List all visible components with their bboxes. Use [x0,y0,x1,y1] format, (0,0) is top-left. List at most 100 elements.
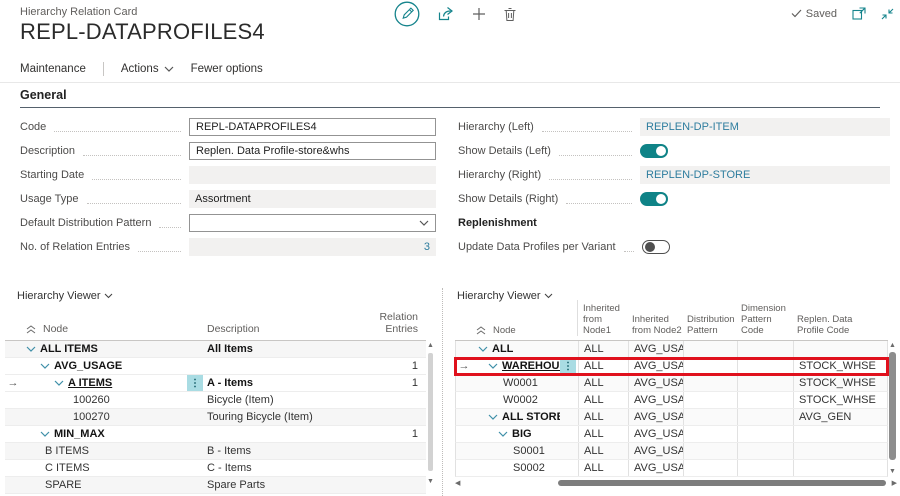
cell-inherited-from-node2: AVG_USAGE [628,358,683,374]
plus-icon[interactable] [472,7,486,21]
description-input[interactable]: Replen. Data Profile-store&whs [189,142,436,160]
scrollbar-thumb[interactable] [428,353,433,471]
field-row-code: Code REPL-DATAPROFILES4 [20,118,436,136]
col-header-inherited-from-node2[interactable]: Inherited from Node2 [627,314,682,336]
tree-row-warehouses[interactable]: →WAREHOUSES⋮ALLAVG_USAGESTOCK_WHSE [455,358,888,375]
node-cell: WAREHOUSES [472,358,560,374]
col-header-inherited-from-node1[interactable]: Inherited from Node1 [577,300,627,336]
left-part-caption[interactable]: Hierarchy Viewer [17,290,113,302]
menu-item-label: Fewer options [191,63,263,75]
scroll-up-icon[interactable]: ▲ [888,342,897,349]
toggle-wrap [640,142,890,160]
tree-row-a-items[interactable]: →A ITEMS⋮A - Items1 [5,375,426,392]
scroll-down-icon[interactable]: ▼ [426,478,435,485]
no-of-relation-entries-link[interactable]: 3 [424,241,430,253]
node-cell: BIG [472,426,560,442]
col-header-node[interactable]: Node [471,325,559,336]
node-cell: SPARE [21,477,187,493]
tree-row-c-items[interactable]: C ITEMSC - Items [5,460,426,477]
scroll-right-icon[interactable]: ▶ [892,480,897,487]
collapse-arrows-icon[interactable] [881,8,894,20]
right-table-vertical-scrollbar[interactable]: ▲ ▼ [888,342,897,475]
left-table-vertical-scrollbar[interactable]: ▲ ▼ [426,342,435,485]
panel-splitter[interactable] [442,288,443,496]
code-input[interactable]: REPL-DATAPROFILES4 [189,118,436,136]
cell-inherited-from-node1: ALL [578,443,628,459]
scroll-down-icon[interactable]: ▼ [888,468,897,475]
tree-chevron-icon[interactable] [26,346,36,352]
tree-chevron-icon[interactable] [40,363,50,369]
tree-row-100270[interactable]: 100270Touring Bicycle (Item) [5,409,426,426]
tree-chevron-icon[interactable] [40,431,50,437]
cell-replen-data-profile-code [793,443,879,459]
tree-row-b-items[interactable]: B ITEMS B - Items [5,443,426,460]
cell-inherited-from-node1: ALL [578,358,628,374]
dotted-leader [542,122,632,132]
row-menu-button[interactable]: ⋮ [560,358,576,374]
tree-chevron-icon[interactable] [498,431,508,437]
node-label: C ITEMS [45,462,90,474]
collapse-all-icon[interactable] [26,325,36,334]
tree-chevron-icon[interactable] [488,414,498,420]
menu-item-maintenance[interactable]: Maintenance [20,63,86,75]
no-of-relation-entries-value: 3 [189,238,436,256]
tree-chevron-icon[interactable] [478,346,488,352]
tree-row-s0002[interactable]: S0002ALLAVG_USAGE [455,460,888,477]
tree-row-s0001[interactable]: S0001ALLAVG_USAGE [455,443,888,460]
dotted-leader [87,194,181,204]
cell-distribution-pattern [683,341,737,357]
show-details-right-toggle[interactable] [640,192,668,206]
dotted-leader [549,170,632,180]
node-label: W0002 [503,394,538,406]
hierarchy-left-link[interactable]: REPLEN-DP-ITEM [646,121,739,133]
row-menu-button[interactable]: ⋮ [187,375,203,391]
update-data-profiles-per-variant-toggle[interactable] [642,240,670,254]
default-distribution-pattern-select[interactable] [189,214,436,232]
tree-row-w0001[interactable]: W0001ALLAVG_USAGESTOCK_WHSE [455,375,888,392]
menu-item-actions[interactable]: Actions [121,63,174,75]
share-icon[interactable] [437,6,455,22]
scrollbar-thumb[interactable] [889,352,896,460]
tree-row-all-stores[interactable]: ALL STORESALLAVG_USAGEAVG_GEN [455,409,888,426]
tree-row-100260[interactable]: 100260Bicycle (Item) [5,392,426,409]
col-header-node[interactable]: Node [21,323,187,335]
description-cell: B - Items [207,445,356,457]
dotted-leader [54,122,181,132]
cell-replen-data-profile-code [793,460,879,476]
field-label-code: Code [20,121,46,133]
tree-row-all[interactable]: ALLALLAVG_USAGE [455,341,888,358]
col-header-description[interactable]: Description [207,323,356,335]
cell-replen-data-profile-code: AVG_GEN [793,409,879,425]
col-header-dimension-pattern-code[interactable]: Dimension Pattern Code [736,303,792,336]
check-icon [791,9,802,18]
cell-replen-data-profile-code [793,426,879,442]
node-cell: A ITEMS [21,375,187,391]
popout-window-icon[interactable] [852,7,866,20]
show-details-left-toggle[interactable] [640,144,668,158]
tree-chevron-icon[interactable] [54,380,64,386]
tree-row-spare[interactable]: SPARESpare Parts [5,477,426,494]
hierarchy-right-link[interactable]: REPLEN-DP-STORE [646,169,750,181]
menu-item-fewer-options[interactable]: Fewer options [191,63,263,75]
tree-row-w0002[interactable]: W0002ALLAVG_USAGESTOCK_WHSE [455,392,888,409]
tree-row-avg-usage[interactable]: AVG_USAGE1 [5,358,426,375]
edit-pencil-icon[interactable] [394,1,420,27]
col-header-distribution-pattern[interactable]: Distribution Pattern [682,314,736,336]
tree-row-all-items[interactable]: ALL ITEMSAll Items [5,341,426,358]
col-header-relation-entries[interactable]: Relation Entries [356,311,426,335]
col-header-replen-data-profile-code[interactable]: Replen. Data Profile Code [792,314,878,336]
field-row-description: DescriptionReplen. Data Profile-store&wh… [20,142,436,160]
collapse-all-icon[interactable] [476,326,486,335]
scroll-up-icon[interactable]: ▲ [426,342,435,349]
trash-icon[interactable] [503,7,517,22]
tree-chevron-icon[interactable] [488,363,498,369]
tree-row-min-max[interactable]: MIN_MAX1 [5,426,426,443]
scrollbar-track[interactable] [460,479,891,487]
scrollbar-thumb[interactable] [558,480,885,486]
tree-row-big[interactable]: BIGALLAVG_USAGE [455,426,888,443]
right-table-horizontal-scrollbar[interactable]: ◀ ▶ [455,478,897,488]
cell-dimension-pattern-code [737,392,793,408]
node-cell: B ITEMS [21,443,187,459]
node-cell: ALL [472,341,560,357]
cell-inherited-from-node2: AVG_USAGE [628,426,683,442]
